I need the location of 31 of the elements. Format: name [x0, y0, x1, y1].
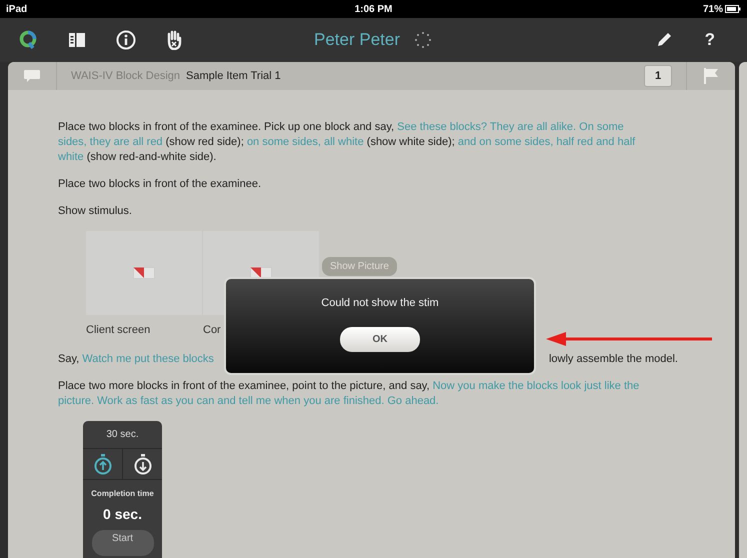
item-name: Sample Item Trial 1 [186, 70, 281, 82]
instruction-text: Place two blocks in front of the examinee. [58, 177, 262, 192]
battery-icon [725, 5, 741, 13]
info-icon[interactable] [116, 30, 136, 50]
logo-icon[interactable] [18, 30, 38, 50]
instruction-text: Place two blocks in front of the examinee. Pick up one block and say, See these blocks? They are all alike. On some sides, they are all red (show red side); on some sides, all white (show white side); and on some sides, half red and half white (show red-and-white side). [58, 120, 636, 165]
stopwatch-down-icon[interactable] [132, 453, 152, 475]
device-name: iPad [6, 4, 28, 14]
timer-value: 0 sec. [103, 507, 142, 522]
help-button[interactable]: ? [704, 30, 715, 50]
instruction-text: Show stimulus. [58, 204, 133, 219]
stopwatch-up-icon[interactable] [92, 453, 112, 475]
timer-caption: Completion time [91, 488, 154, 500]
instruction-text: Say, Watch me put these blocks [58, 352, 214, 367]
ok-button[interactable]: OK [340, 327, 420, 352]
clock-time: 1:06 PM [354, 4, 392, 14]
subtest-name: WAIS-IV Block Design [71, 70, 180, 82]
preview-caption: Cor [203, 323, 222, 338]
start-button[interactable]: Start [92, 530, 154, 556]
time-limit: 30 sec. [106, 428, 139, 442]
examinee-name: Peter Peter [314, 30, 400, 50]
battery-percent: 71% [702, 4, 723, 14]
item-count-badge: 1 [644, 65, 672, 87]
book-icon[interactable] [68, 32, 86, 48]
instruction-text: lowly assemble the model. [548, 352, 678, 367]
hand-icon[interactable] [166, 30, 182, 50]
instruction-text: Place two more blocks in front of the examinee, point to the picture, and say, Now you make the blocks look just like the picture. Work as fast as you can and tell me when you are finished. Go ahead. [58, 379, 640, 409]
preview-caption: Client screen [86, 323, 152, 338]
alert-message: Could not show the stim [321, 297, 439, 309]
block-icon [133, 267, 155, 279]
spinner-icon [414, 31, 432, 49]
